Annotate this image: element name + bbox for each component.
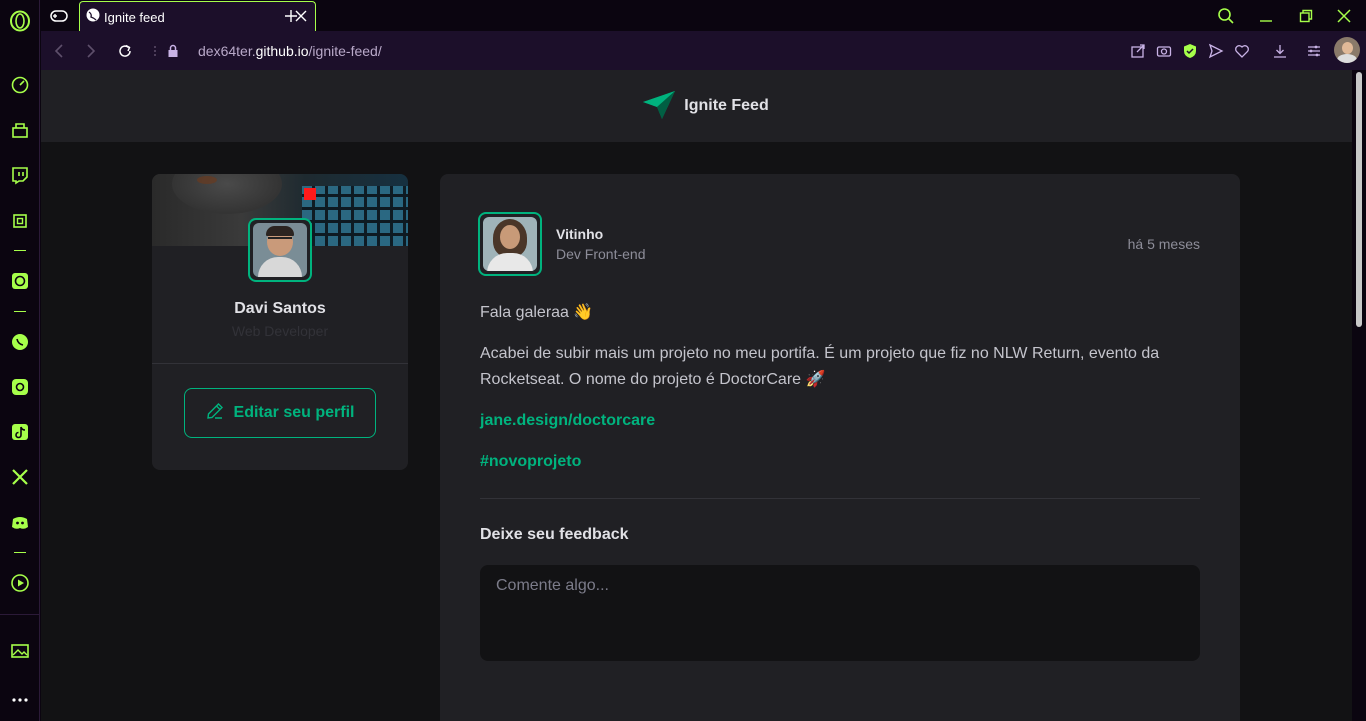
forward-icon[interactable] — [81, 41, 101, 61]
post-content: Fala galeraa 👋 Acabei de subir mais um p… — [480, 300, 1200, 490]
edit-profile-button[interactable]: Editar seu perfil — [184, 388, 376, 438]
opera-logo-icon[interactable] — [8, 9, 32, 33]
comment-placeholder: Comente algo... — [496, 577, 609, 594]
page-scrollbar[interactable] — [1352, 70, 1366, 721]
gx-control-icon[interactable] — [8, 209, 32, 233]
close-window-icon[interactable] — [1332, 4, 1356, 28]
pencil-icon — [206, 402, 224, 425]
more-icon[interactable] — [8, 688, 32, 712]
profile-card: Davi Santos Web Developer Editar seu per… — [152, 174, 408, 470]
twitch-icon[interactable] — [8, 163, 32, 187]
site-title: Ignite Feed — [684, 97, 769, 114]
browser-sidebar — [0, 0, 40, 721]
store-icon[interactable] — [8, 118, 32, 142]
player-icon[interactable] — [8, 571, 32, 595]
site-logo[interactable]: Ignite Feed — [642, 88, 769, 125]
user-avatar[interactable] — [1334, 37, 1360, 63]
heart-icon[interactable] — [1232, 41, 1252, 61]
profile-divider — [152, 363, 408, 364]
scrollbar-thumb[interactable] — [1356, 72, 1362, 327]
author-role: Dev Front-end — [556, 246, 646, 262]
new-tab-icon[interactable] — [279, 4, 303, 28]
sidebar-divider — [0, 614, 40, 615]
post-card: Vitinho Dev Front-end há 5 meses Fala ga… — [440, 174, 1240, 721]
site-header: Ignite Feed — [41, 70, 1352, 142]
gamepad-icon[interactable] — [47, 4, 71, 28]
tab-bar: Ignite feed — [41, 0, 1366, 31]
sidebar-divider — [14, 552, 26, 553]
sidebar-divider — [14, 250, 26, 251]
speed-dial-icon[interactable] — [8, 73, 32, 97]
restore-icon[interactable] — [1294, 4, 1318, 28]
search-tabs-icon[interactable] — [1214, 4, 1238, 28]
sidebar-divider — [14, 311, 26, 312]
more-dots-icon — [145, 41, 165, 61]
whatsapp-icon[interactable] — [8, 330, 32, 354]
camera-icon[interactable] — [1154, 41, 1174, 61]
back-icon[interactable] — [49, 41, 69, 61]
address-bar: dex64ter.github.io/ignite-feed/ — [41, 31, 1366, 70]
comment-input[interactable]: Comente algo... — [480, 565, 1200, 661]
share-icon[interactable] — [1128, 41, 1148, 61]
easy-setup-icon[interactable] — [1304, 41, 1324, 61]
profile-role: Web Developer — [231, 323, 329, 339]
chatgpt-icon[interactable] — [8, 269, 32, 293]
url-text[interactable]: dex64ter.github.io/ignite-feed/ — [198, 43, 382, 59]
globe-icon — [86, 8, 100, 27]
post-hashtag[interactable]: #novoprojeto — [480, 453, 581, 470]
download-icon[interactable] — [1270, 41, 1290, 61]
post-link[interactable]: jane.design/doctorcare — [480, 412, 655, 429]
profile-name: Davi Santos — [234, 300, 326, 317]
ignite-logo-icon — [642, 88, 676, 125]
post-body: Acabei de subir mais um projeto no meu p… — [480, 345, 1160, 388]
post-time[interactable]: há 5 meses — [1128, 236, 1200, 252]
reload-icon[interactable] — [115, 41, 135, 61]
page-viewport: Ignite Feed Davi Santos Web Developer Ed… — [41, 70, 1352, 721]
author-name: Vitinho — [556, 226, 604, 242]
lock-icon[interactable] — [163, 41, 183, 61]
edit-profile-label: Editar seu perfil — [233, 404, 355, 421]
x-twitter-icon[interactable] — [8, 465, 32, 489]
tab-title: Ignite feed — [104, 10, 165, 25]
tiktok-icon[interactable] — [8, 420, 32, 444]
discord-icon[interactable] — [8, 511, 32, 535]
profile-avatar[interactable] — [248, 218, 312, 282]
adblock-shield-icon[interactable] — [1180, 41, 1200, 61]
minimize-icon[interactable] — [1254, 4, 1278, 28]
gallery-icon[interactable] — [8, 639, 32, 663]
post-divider — [480, 498, 1200, 499]
author-avatar[interactable] — [478, 212, 542, 276]
send-icon[interactable] — [1206, 41, 1226, 61]
instagram-icon[interactable] — [8, 375, 32, 399]
post-greeting: Fala galeraa 👋 — [480, 304, 594, 321]
feedback-title: Deixe seu feedback — [480, 526, 629, 543]
